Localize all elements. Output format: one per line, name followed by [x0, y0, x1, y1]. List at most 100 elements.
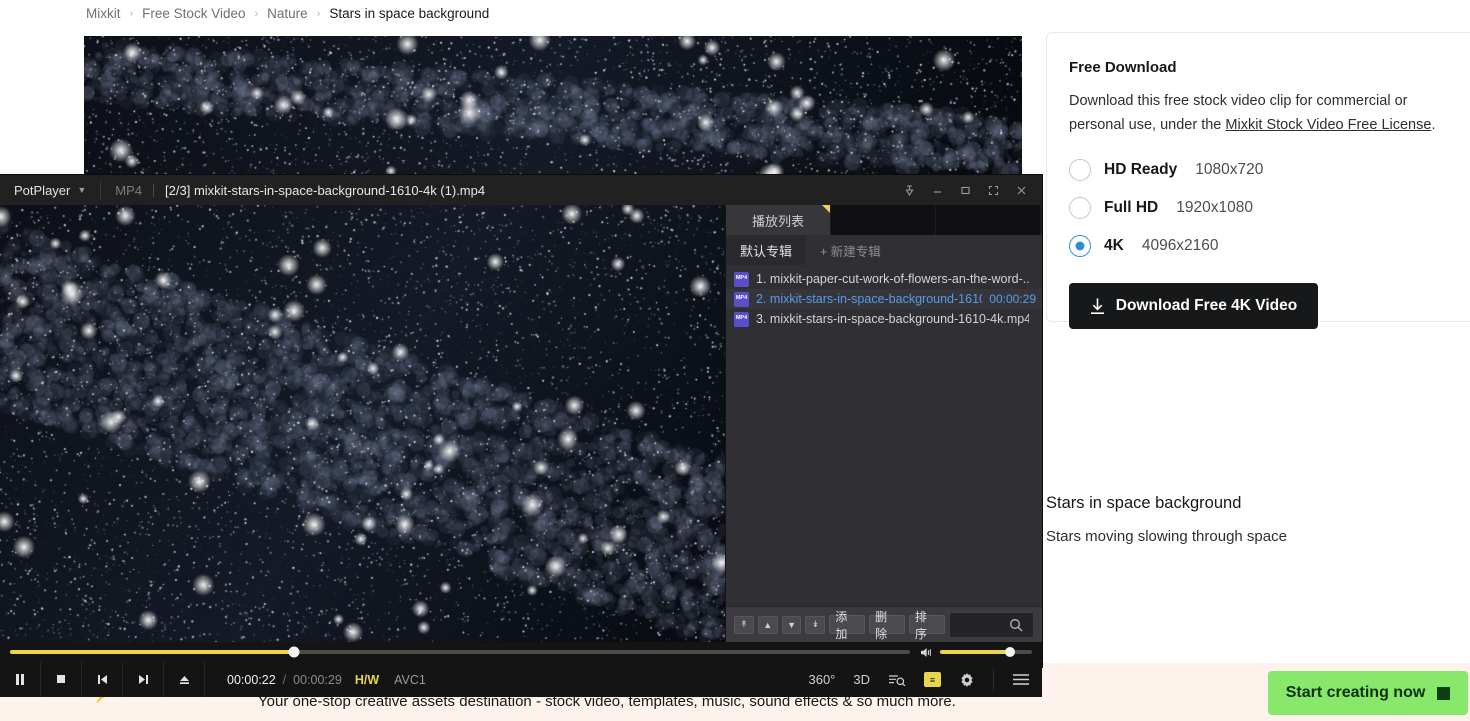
fullscreen-icon[interactable]	[980, 177, 1006, 203]
hero-video-preview[interactable]	[84, 36, 1022, 176]
list-item[interactable]: MP4 2. mixkit-stars-in-space-background-…	[726, 289, 1042, 309]
time-separator: /	[283, 673, 286, 687]
playlist-search-input[interactable]	[949, 612, 1034, 638]
vr-360-icon[interactable]: 360°	[808, 672, 835, 687]
seek-bar[interactable]	[10, 650, 910, 654]
mp4-file-icon: MP4	[734, 312, 749, 327]
titlebar-vertical-bar	[153, 184, 154, 197]
video-title: Stars in space background	[1046, 494, 1241, 513]
previous-button[interactable]	[82, 662, 123, 697]
license-link[interactable]: Mixkit Stock Video Free License	[1225, 117, 1431, 133]
potplayer-titlebar[interactable]: PotPlayer ▼ MP4 [2/3] mixkit-stars-in-sp…	[0, 175, 1042, 205]
download-panel-description: Download this free stock video clip for …	[1069, 89, 1441, 137]
playlist-toolbar: ↟ ▲ ▼ ↡ 添加 删除 排序	[726, 606, 1042, 642]
tab-playlist-label: 播放列表	[752, 211, 804, 230]
download-arrow-icon	[1090, 298, 1105, 315]
video-display[interactable]	[0, 205, 725, 642]
time-display: 00:00:22 / 00:00:29 H/W AVC1	[227, 673, 426, 687]
radio-button-hd-ready[interactable]	[1069, 159, 1091, 181]
settings-gear-icon[interactable]	[959, 672, 975, 688]
speaker-icon[interactable]	[920, 646, 934, 659]
close-icon[interactable]	[1008, 177, 1034, 203]
breadcrumb-item-free-stock-video[interactable]: Free Stock Video	[142, 6, 245, 21]
radio-resolution-full-hd: 1920x1080	[1176, 199, 1253, 217]
list-item-label: 2. mixkit-stars-in-space-background-1610…	[756, 292, 982, 306]
list-item-label: 1. mixkit-paper-cut-work-of-flowers-an-t…	[756, 272, 1029, 286]
description-period: .	[1431, 117, 1435, 133]
download-button-label: Download Free 4K Video	[1116, 297, 1297, 315]
subtitle-icon[interactable]: ≡	[924, 672, 941, 687]
media-format-label: MP4	[115, 183, 142, 198]
menu-icon[interactable]	[1012, 673, 1030, 686]
hw-accel-badge: H/W	[355, 673, 379, 687]
video-search-icon[interactable]	[888, 673, 906, 687]
next-button[interactable]	[123, 662, 164, 697]
codec-label: AVC1	[394, 673, 426, 687]
radio-button-4k[interactable]	[1069, 235, 1091, 257]
pin-icon[interactable]	[896, 177, 922, 203]
mp4-file-icon: MP4	[734, 292, 749, 307]
move-down-icon[interactable]: ▼	[782, 616, 802, 634]
tab-playlist[interactable]: 播放列表	[726, 205, 831, 235]
radio-option-full-hd[interactable]: Full HD 1920x1080	[1069, 189, 1470, 227]
media-filename: [2/3] mixkit-stars-in-space-background-1…	[165, 183, 485, 198]
sort-button[interactable]: 排序	[909, 615, 945, 634]
radio-resolution-hd-ready: 1080x720	[1195, 161, 1263, 179]
start-creating-button[interactable]: Start creating now	[1268, 671, 1468, 715]
window-controls	[896, 175, 1034, 205]
move-to-top-icon[interactable]: ↟	[734, 616, 754, 634]
total-time: 00:00:29	[293, 673, 342, 687]
breadcrumb-item-mixkit[interactable]: Mixkit	[86, 6, 121, 21]
breadcrumb-item-nature[interactable]: Nature	[267, 6, 308, 21]
maximize-icon[interactable]	[952, 177, 978, 203]
radio-option-4k[interactable]: 4K 4096x2160	[1069, 227, 1470, 265]
three-d-icon[interactable]: 3D	[853, 672, 870, 687]
transport-buttons: 00:00:22 / 00:00:29 H/W AVC1 360° 3D	[0, 662, 1042, 697]
add-button[interactable]: 添加	[829, 615, 865, 634]
icon-divider	[993, 669, 994, 691]
eject-button[interactable]	[164, 662, 205, 697]
radio-button-full-hd[interactable]	[1069, 197, 1091, 219]
volume-slider-handle[interactable]	[1005, 647, 1015, 657]
tab-secondary[interactable]	[831, 205, 936, 235]
minimize-icon[interactable]	[924, 177, 950, 203]
download-free-video-button[interactable]: Download Free 4K Video	[1069, 283, 1318, 329]
titlebar-divider	[100, 181, 101, 199]
start-creating-label: Start creating now	[1286, 684, 1426, 702]
download-panel-title: Free Download	[1069, 59, 1470, 76]
breadcrumb-separator-icon: ›	[317, 8, 321, 20]
radio-label-4k: 4K	[1104, 237, 1124, 255]
seek-bar-fill	[10, 650, 294, 654]
breadcrumb: Mixkit › Free Stock Video › Nature › Sta…	[86, 6, 489, 21]
list-item-duration: 00:00:29	[989, 292, 1036, 306]
pause-button[interactable]	[0, 662, 41, 697]
square-icon	[1437, 687, 1450, 700]
resolution-radio-group: HD Ready 1080x720 Full HD 1920x1080 4K 4…	[1069, 151, 1470, 265]
volume-control	[920, 646, 1032, 659]
player-controls: 00:00:22 / 00:00:29 H/W AVC1 360° 3D	[0, 642, 1042, 697]
free-download-panel: Free Download Download this free stock v…	[1046, 32, 1470, 322]
volume-slider-fill	[940, 650, 1010, 654]
video-description: Stars moving slowing through space	[1046, 528, 1287, 545]
list-item[interactable]: MP4 3. mixkit-stars-in-space-background-…	[726, 309, 1042, 329]
potplayer-app-name: PotPlayer	[14, 183, 70, 198]
list-item[interactable]: MP4 1. mixkit-paper-cut-work-of-flowers-…	[726, 269, 1042, 289]
album-new-button[interactable]: + 新建专辑	[806, 235, 895, 265]
list-item-label: 3. mixkit-stars-in-space-background-1610…	[756, 312, 1029, 326]
radio-resolution-4k: 4096x2160	[1142, 237, 1219, 255]
seek-bar-handle[interactable]	[288, 647, 299, 658]
playlist-album-bar: 默认专辑 + 新建专辑	[726, 235, 1042, 265]
radio-label-full-hd: Full HD	[1104, 199, 1158, 217]
playlist-items: MP4 1. mixkit-paper-cut-work-of-flowers-…	[726, 265, 1042, 606]
move-up-icon[interactable]: ▲	[758, 616, 778, 634]
move-to-bottom-icon[interactable]: ↡	[805, 616, 825, 634]
video-starfield	[0, 205, 725, 642]
chevron-down-icon[interactable]: ▼	[77, 185, 86, 195]
stop-button[interactable]	[41, 662, 82, 697]
album-default[interactable]: 默认专辑	[726, 235, 806, 265]
tab-tertiary[interactable]	[936, 205, 1041, 235]
volume-slider[interactable]	[940, 650, 1032, 654]
playlist-tabs: 播放列表	[726, 205, 1042, 235]
delete-button[interactable]: 删除	[869, 615, 905, 634]
radio-option-hd-ready[interactable]: HD Ready 1080x720	[1069, 151, 1470, 189]
